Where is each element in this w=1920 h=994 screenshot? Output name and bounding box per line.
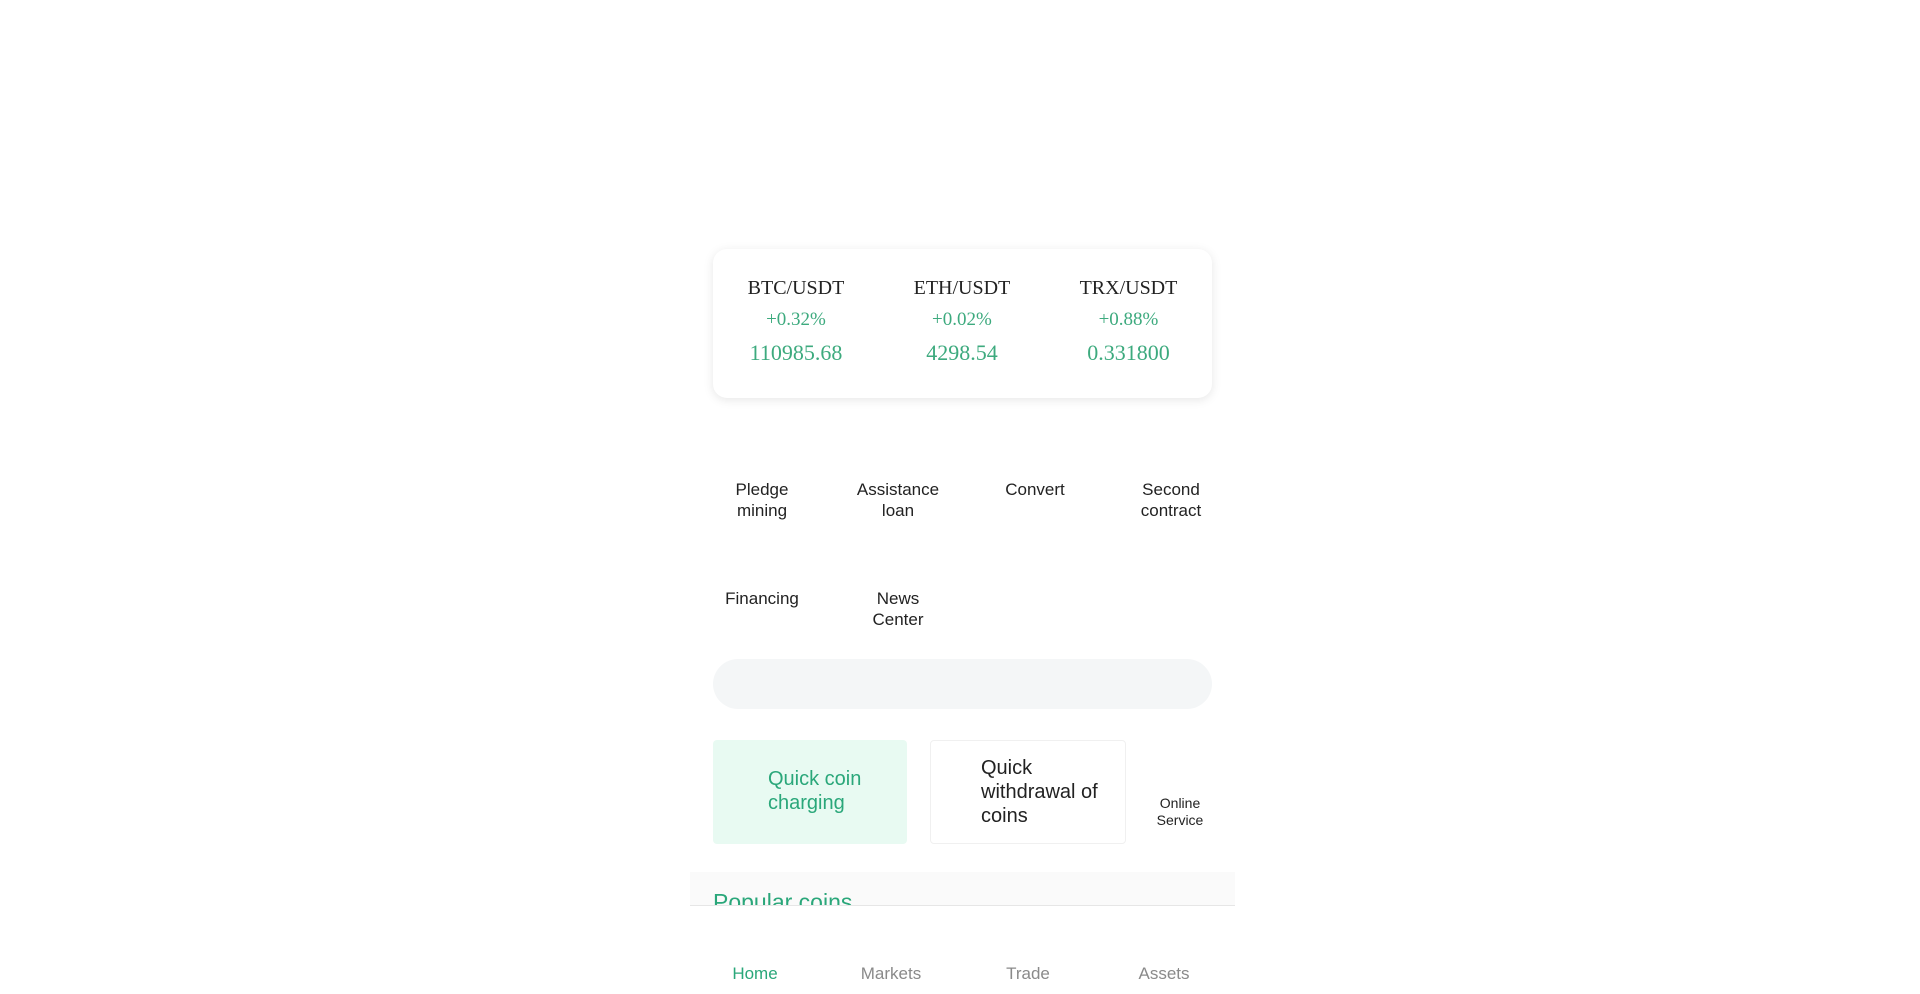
shortcut-financing[interactable]: Financing	[707, 588, 817, 609]
online-service-button[interactable]: Online Service	[1150, 795, 1210, 829]
ticker-pair: ETH/USDT	[913, 277, 1011, 299]
bottom-nav: Home Markets Trade Assets	[690, 905, 1235, 994]
quick-withdraw-button[interactable]: Quick withdrawal of coins	[930, 740, 1126, 844]
popular-coins-section: Popular coins	[690, 872, 1235, 906]
shortcut-label: News Center	[872, 589, 924, 629]
shortcut-label: Pledge mining	[735, 480, 789, 520]
nav-home[interactable]: Home	[700, 964, 810, 984]
quick-charge-button[interactable]: Quick coin charging	[713, 740, 907, 844]
ticker-price: 110985.68	[749, 340, 843, 365]
ticker-change: +0.32%	[766, 309, 826, 330]
quick-charge-label: Quick coin charging	[768, 768, 862, 814]
shortcut-pledge-mining[interactable]: Pledge mining	[707, 479, 817, 521]
shortcut-news-center[interactable]: News Center	[843, 588, 953, 630]
online-service-label: Online Service	[1156, 795, 1204, 828]
ticker-btc[interactable]: BTC/USDT +0.32% 110985.68	[748, 277, 845, 365]
shortcut-label: Assistance loan	[856, 480, 940, 520]
ticker-pair: TRX/USDT	[1079, 277, 1178, 299]
ticker-price: 0.331800	[1087, 340, 1170, 365]
ticker-change: +0.88%	[1098, 309, 1159, 330]
nav-assets[interactable]: Assets	[1109, 964, 1219, 984]
nav-label: Home	[732, 964, 778, 983]
nav-label: Markets	[860, 964, 922, 983]
nav-trade[interactable]: Trade	[973, 964, 1083, 984]
notice-bar[interactable]	[713, 659, 1212, 709]
ticker-card: BTC/USDT +0.32% 110985.68 ETH/USDT +0.02…	[713, 249, 1212, 398]
ticker-trx[interactable]: TRX/USDT +0.88% 0.331800	[1080, 277, 1178, 365]
shortcut-convert[interactable]: Convert	[980, 479, 1090, 500]
quick-withdraw-label: Quick withdrawal of coins	[981, 757, 1098, 827]
shortcut-label: Financing	[725, 589, 799, 608]
app-container: BTC/USDT +0.32% 110985.68 ETH/USDT +0.02…	[690, 0, 1235, 994]
popular-coins-title: Popular coins	[713, 889, 853, 906]
shortcut-second-contract[interactable]: Second contract	[1116, 479, 1226, 521]
shortcut-assistance-loan[interactable]: Assistance loan	[843, 479, 953, 521]
shortcut-label: Convert	[1005, 480, 1065, 499]
nav-label: Trade	[1006, 964, 1050, 983]
ticker-price: 4298.54	[926, 340, 998, 365]
ticker-change: +0.02%	[932, 309, 992, 330]
nav-label: Assets	[1138, 964, 1190, 983]
ticker-pair: BTC/USDT	[747, 277, 845, 299]
ticker-eth[interactable]: ETH/USDT +0.02% 4298.54	[914, 277, 1011, 365]
nav-markets[interactable]: Markets	[836, 964, 946, 984]
shortcut-label: Second contract	[1140, 480, 1202, 520]
